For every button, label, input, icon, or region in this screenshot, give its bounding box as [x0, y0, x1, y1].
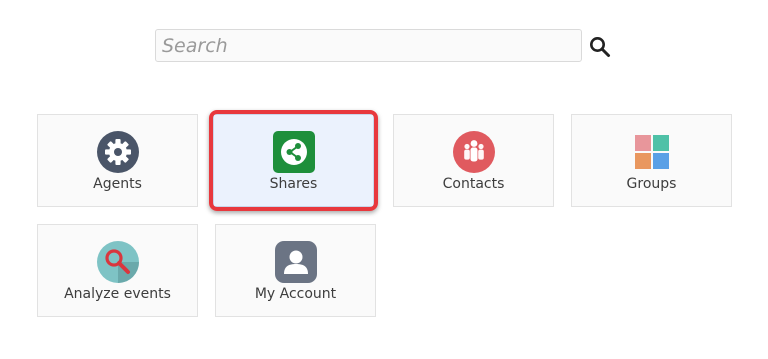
analyze-events-icon: [97, 241, 139, 283]
tile-label: Shares: [269, 176, 318, 192]
tile-contacts[interactable]: Contacts: [393, 114, 554, 207]
my-account-icon: [275, 241, 317, 283]
tile-label: Contacts: [442, 176, 505, 192]
tile-label: Analyze events: [64, 286, 171, 302]
tile-groups[interactable]: Groups: [571, 114, 732, 207]
tile-analyze-events[interactable]: Analyze events: [37, 224, 198, 317]
tile-agents[interactable]: Agents: [37, 114, 198, 207]
tile-my-account[interactable]: My Account: [215, 224, 376, 317]
contacts-icon: [453, 131, 495, 173]
search-input[interactable]: [156, 30, 581, 61]
tile-label: My Account: [254, 286, 337, 302]
groups-icon: [631, 131, 673, 173]
tile-shares[interactable]: Shares: [213, 114, 374, 207]
tile-label: Groups: [626, 176, 677, 192]
app-launcher: Agents Shares: [0, 0, 768, 359]
gear-icon: [97, 131, 139, 173]
share-icon: [273, 131, 315, 173]
tile-label: Agents: [93, 176, 142, 192]
search-icon[interactable]: [588, 35, 612, 59]
search-box: [155, 29, 582, 62]
